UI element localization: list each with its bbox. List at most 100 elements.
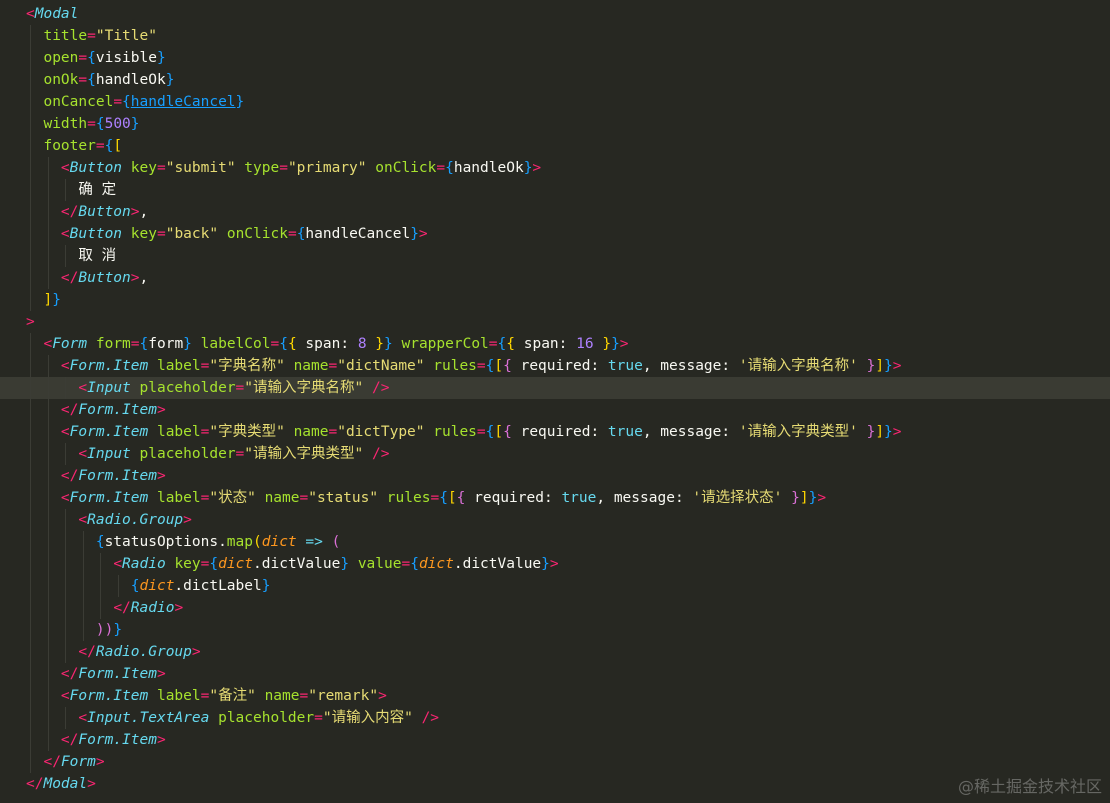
code-token: > xyxy=(892,358,902,374)
code-line[interactable]: <Input.TextArea placeholder="请输入内容" /> xyxy=(0,707,1110,729)
code-token: < xyxy=(26,6,35,22)
code-token: 确 定 xyxy=(26,182,117,198)
code-line[interactable]: footer={[ xyxy=(0,135,1110,157)
code-line[interactable]: width={500} xyxy=(0,113,1110,135)
code-token: dict xyxy=(218,556,254,572)
code-line[interactable]: onCancel={handleCancel} xyxy=(0,91,1110,113)
code-line[interactable]: <Form.Item label="字典名称" name="dictName" … xyxy=(0,355,1110,377)
code-token: = xyxy=(488,336,498,352)
code-token: { xyxy=(279,336,288,352)
code-line[interactable]: ))} xyxy=(0,619,1110,641)
code-line[interactable]: > xyxy=(0,311,1110,333)
code-token: = xyxy=(476,424,486,440)
code-token: "primary" xyxy=(287,160,367,176)
code-line[interactable]: open={visible} xyxy=(0,47,1110,69)
code-line[interactable]: </Form.Item> xyxy=(0,399,1110,421)
code-token: "dictType" xyxy=(337,424,425,440)
code-token: = xyxy=(78,72,88,88)
code-line[interactable]: <Form.Item label="字典类型" name="dictType" … xyxy=(0,421,1110,443)
code-token: = xyxy=(95,138,105,154)
code-line[interactable]: <Button key="submit" type="primary" onCl… xyxy=(0,157,1110,179)
code-token: span xyxy=(296,336,341,352)
code-line[interactable]: </Form.Item> xyxy=(0,465,1110,487)
code-token: Modal xyxy=(43,776,88,792)
code-token: } xyxy=(375,336,385,352)
code-line[interactable]: <Button key="back" onClick={handleCancel… xyxy=(0,223,1110,245)
code-line[interactable]: title="Title" xyxy=(0,25,1110,47)
code-token: handleOk xyxy=(95,72,166,88)
code-token: > xyxy=(156,732,166,748)
code-line[interactable]: </Form.Item> xyxy=(0,663,1110,685)
code-token: Input xyxy=(87,446,131,462)
code-token: < xyxy=(60,490,70,506)
code-token: "请输入内容" xyxy=(322,710,413,726)
code-token: [ xyxy=(494,424,504,440)
code-token: )) xyxy=(95,622,114,638)
code-text: 确 定 xyxy=(26,179,116,201)
code-line[interactable]: <Form form={form} labelCol={{ span: 8 }}… xyxy=(0,333,1110,355)
code-line[interactable]: </Radio.Group> xyxy=(0,641,1110,663)
code-token: "status" xyxy=(308,490,379,506)
code-token: > xyxy=(378,688,387,704)
code-line[interactable]: <Form.Item label="状态" name="status" rule… xyxy=(0,487,1110,509)
code-line[interactable]: <Radio key={dict.dictValue} value={dict.… xyxy=(0,553,1110,575)
code-token: "状态" xyxy=(209,490,256,506)
code-line[interactable]: </Form.Item> xyxy=(0,729,1110,751)
code-text: </Modal> xyxy=(26,773,96,795)
code-token: = xyxy=(299,688,309,704)
code-token: ] xyxy=(43,292,53,308)
code-token: } xyxy=(261,578,271,594)
code-line[interactable]: onOk={handleOk} xyxy=(0,69,1110,91)
code-token: "请输入字典类型" xyxy=(244,446,364,462)
code-token: handleCancel xyxy=(305,226,411,242)
code-token: > xyxy=(95,754,105,770)
code-token: { xyxy=(506,336,515,352)
code-token: </ xyxy=(60,204,79,220)
code-token: Form.Item xyxy=(78,732,157,748)
code-line[interactable]: </Button>, xyxy=(0,201,1110,223)
code-token: "请输入字典名称" xyxy=(244,380,364,396)
code-token: > xyxy=(532,160,542,176)
code-line[interactable]: ]} xyxy=(0,289,1110,311)
code-token: > xyxy=(26,314,35,330)
code-line[interactable]: {dict.dictLabel} xyxy=(0,575,1110,597)
code-editor[interactable]: <Modal title="Title" open={visible} onOk… xyxy=(0,0,1110,803)
code-line[interactable]: <Modal xyxy=(0,3,1110,25)
code-token: = xyxy=(78,50,88,66)
code-line[interactable]: 取 消 xyxy=(0,245,1110,267)
code-text: > xyxy=(26,311,35,333)
code-token: } xyxy=(384,336,393,352)
code-token: = xyxy=(156,160,166,176)
code-token: = xyxy=(235,380,245,396)
code-line[interactable]: {statusOptions.map(dict => ( xyxy=(0,531,1110,553)
code-token: onClick xyxy=(375,160,437,176)
code-line[interactable]: <Input placeholder="请输入字典名称" /> xyxy=(0,377,1110,399)
code-token: value xyxy=(357,556,402,572)
code-token: label xyxy=(156,424,201,440)
code-line[interactable]: </Radio> xyxy=(0,597,1110,619)
code-token: "back" xyxy=(165,226,219,242)
code-token: /> xyxy=(421,710,440,726)
code-line[interactable]: <Form.Item label="备注" name="remark"> xyxy=(0,685,1110,707)
code-token: true xyxy=(561,490,597,506)
code-line[interactable]: </Form> xyxy=(0,751,1110,773)
code-line[interactable]: <Input placeholder="请输入字典类型" /> xyxy=(0,443,1110,465)
code-line[interactable]: <Radio.Group> xyxy=(0,509,1110,531)
code-token: ] xyxy=(799,490,809,506)
code-token: , xyxy=(139,204,149,220)
code-text: </Button>, xyxy=(26,201,148,223)
code-line[interactable]: 确 定 xyxy=(0,179,1110,201)
code-line[interactable]: </Button>, xyxy=(0,267,1110,289)
code-token: = xyxy=(401,556,411,572)
code-token: </ xyxy=(60,468,79,484)
code-line[interactable]: </Modal> xyxy=(0,773,1110,795)
